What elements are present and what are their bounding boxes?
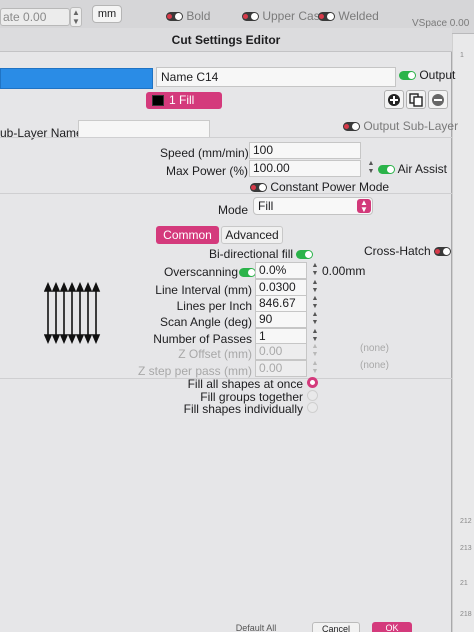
ruler-mark: 21 [460, 580, 468, 587]
output-toggle-icon[interactable] [399, 71, 416, 81]
cancel-button[interactable]: Cancel [312, 622, 360, 632]
add-sublayer-button[interactable] [384, 90, 404, 109]
upper-case-option[interactable]: Upper Case [242, 9, 326, 23]
scan-angle-label: Scan Angle (deg) [159, 315, 252, 329]
layer-color-swatch [152, 95, 164, 106]
scan-angle-stepper[interactable]: ▲ ▼ [310, 311, 320, 328]
z-offset-stepper[interactable]: ▲ ▼ [310, 343, 320, 360]
overscanning-field[interactable]: 0.0% [255, 262, 307, 279]
ok-button[interactable]: OK [372, 622, 412, 632]
constant-power-toggle-icon[interactable] [250, 183, 267, 193]
overscanning-label: Overscanning [163, 265, 238, 279]
output-label: Output [419, 68, 456, 82]
output-sublayer-toggle-icon[interactable] [343, 122, 360, 132]
ruler-mark: 212 [460, 518, 472, 525]
air-assist-label: Air Assist [397, 162, 448, 176]
bidirectional-fill-label: Bi-directional fill [209, 247, 294, 261]
scan-direction-preview-icon [44, 282, 101, 344]
chevron-updown-icon: ▲ ▼ [357, 199, 371, 214]
bold-toggle-icon[interactable] [166, 12, 183, 22]
layer-name-field[interactable]: Name C14 [156, 67, 396, 87]
minus-circle-icon [432, 94, 444, 106]
divider [0, 193, 452, 194]
output-sublayer-label: Output Sub-Layer [363, 119, 459, 133]
max-power-label: Max Power (%) [165, 164, 248, 178]
max-power-stepper[interactable]: ▲ ▼ [366, 160, 376, 177]
constant-power-label: Constant Power Mode [270, 180, 390, 194]
lines-per-inch-field[interactable]: 846.67 [255, 295, 307, 312]
crosshatch-label: Cross-Hatch [364, 244, 431, 258]
welded-option[interactable]: Welded [318, 9, 379, 23]
air-assist-option[interactable]: Air Assist [378, 162, 447, 176]
z-offset-label: Z Offset (mm) [178, 347, 252, 361]
bidirectional-fill-option[interactable]: Bi-directional fill [209, 247, 314, 261]
unit-button[interactable]: mm [92, 5, 122, 23]
upper-case-toggle-icon[interactable] [242, 12, 259, 22]
line-interval-field[interactable]: 0.0300 [255, 279, 307, 296]
welded-label: Welded [338, 9, 379, 23]
sublayer-name-field[interactable] [78, 120, 210, 138]
background-offset-field[interactable]: ate 0.00 [0, 8, 70, 26]
fill-shapes-individually-label: Fill shapes individually [183, 402, 303, 416]
mode-select[interactable]: Fill ▲ ▼ [253, 197, 373, 215]
constant-power-option[interactable]: Constant Power Mode [250, 180, 389, 194]
fill-all-at-once-radio[interactable] [307, 377, 318, 388]
bold-option[interactable]: Bold [166, 9, 210, 23]
max-power-field[interactable]: 100.00 [249, 160, 361, 177]
fill-groups-together-radio[interactable] [307, 390, 318, 401]
crosshatch-toggle-icon[interactable] [434, 247, 452, 257]
upper-case-label: Upper Case [262, 9, 327, 23]
background-offset-stepper[interactable]: ▲ ▼ [70, 7, 82, 27]
mode-label: Mode [217, 203, 248, 217]
lines-per-inch-stepper[interactable]: ▲ ▼ [310, 295, 320, 312]
bidirectional-fill-toggle-icon[interactable] [296, 250, 314, 260]
overscanning-mm-value: 0.00mm [322, 264, 366, 278]
z-step-none: (none) [360, 360, 389, 371]
overscanning-stepper[interactable]: ▲ ▼ [310, 262, 320, 279]
ruler-mark: 1 [460, 52, 464, 59]
speed-field[interactable]: 100 [249, 142, 361, 159]
ruler-mark: 213 [460, 545, 472, 552]
number-of-passes-label: Number of Passes [153, 332, 252, 346]
copy-sublayer-button[interactable] [406, 90, 426, 109]
z-step-stepper[interactable]: ▲ ▼ [310, 360, 320, 377]
bold-label: Bold [186, 9, 211, 23]
default-all-button[interactable]: Default All [218, 622, 294, 632]
welded-toggle-icon[interactable] [318, 12, 335, 22]
output-option[interactable]: Output [399, 67, 455, 83]
line-interval-stepper[interactable]: ▲ ▼ [310, 279, 320, 296]
air-assist-toggle-icon[interactable] [378, 165, 395, 175]
fill-shapes-individually-radio[interactable] [307, 402, 318, 413]
line-interval-label: Line Interval (mm) [155, 283, 252, 297]
z-offset-none: (none) [360, 343, 389, 354]
crosshatch-option[interactable]: Cross-Hatch [364, 244, 452, 258]
ruler-mark: 218 [460, 611, 472, 618]
plus-circle-icon [388, 94, 400, 106]
mode-value: Fill [258, 199, 274, 213]
tab-advanced[interactable]: Advanced [221, 226, 283, 244]
copy-icon [409, 93, 423, 107]
scan-angle-field[interactable]: 90 [255, 311, 307, 328]
divider [0, 137, 452, 138]
overscanning-toggle-icon[interactable] [239, 267, 256, 277]
tab-common[interactable]: Common [156, 226, 219, 244]
speed-label: Speed (mm/min) [160, 146, 249, 160]
fill-all-at-once-label: Fill all shapes at once [187, 377, 303, 391]
z-offset-field[interactable]: 0.00 [255, 343, 307, 360]
output-sublayer-option[interactable]: Output Sub-Layer [343, 119, 458, 133]
lines-per-inch-label: Lines per Inch [176, 299, 252, 313]
remove-sublayer-button[interactable] [428, 90, 448, 109]
layer-fill-button[interactable]: 1 Fill [146, 92, 222, 109]
dialog-title: Cut Settings Editor [0, 28, 452, 52]
z-step-label: Z step per pass (mm) [137, 364, 252, 378]
layer-list-selected-row[interactable] [0, 68, 153, 89]
layer-fill-label: 1 Fill [169, 93, 195, 107]
z-step-field[interactable]: 0.00 [255, 360, 307, 377]
